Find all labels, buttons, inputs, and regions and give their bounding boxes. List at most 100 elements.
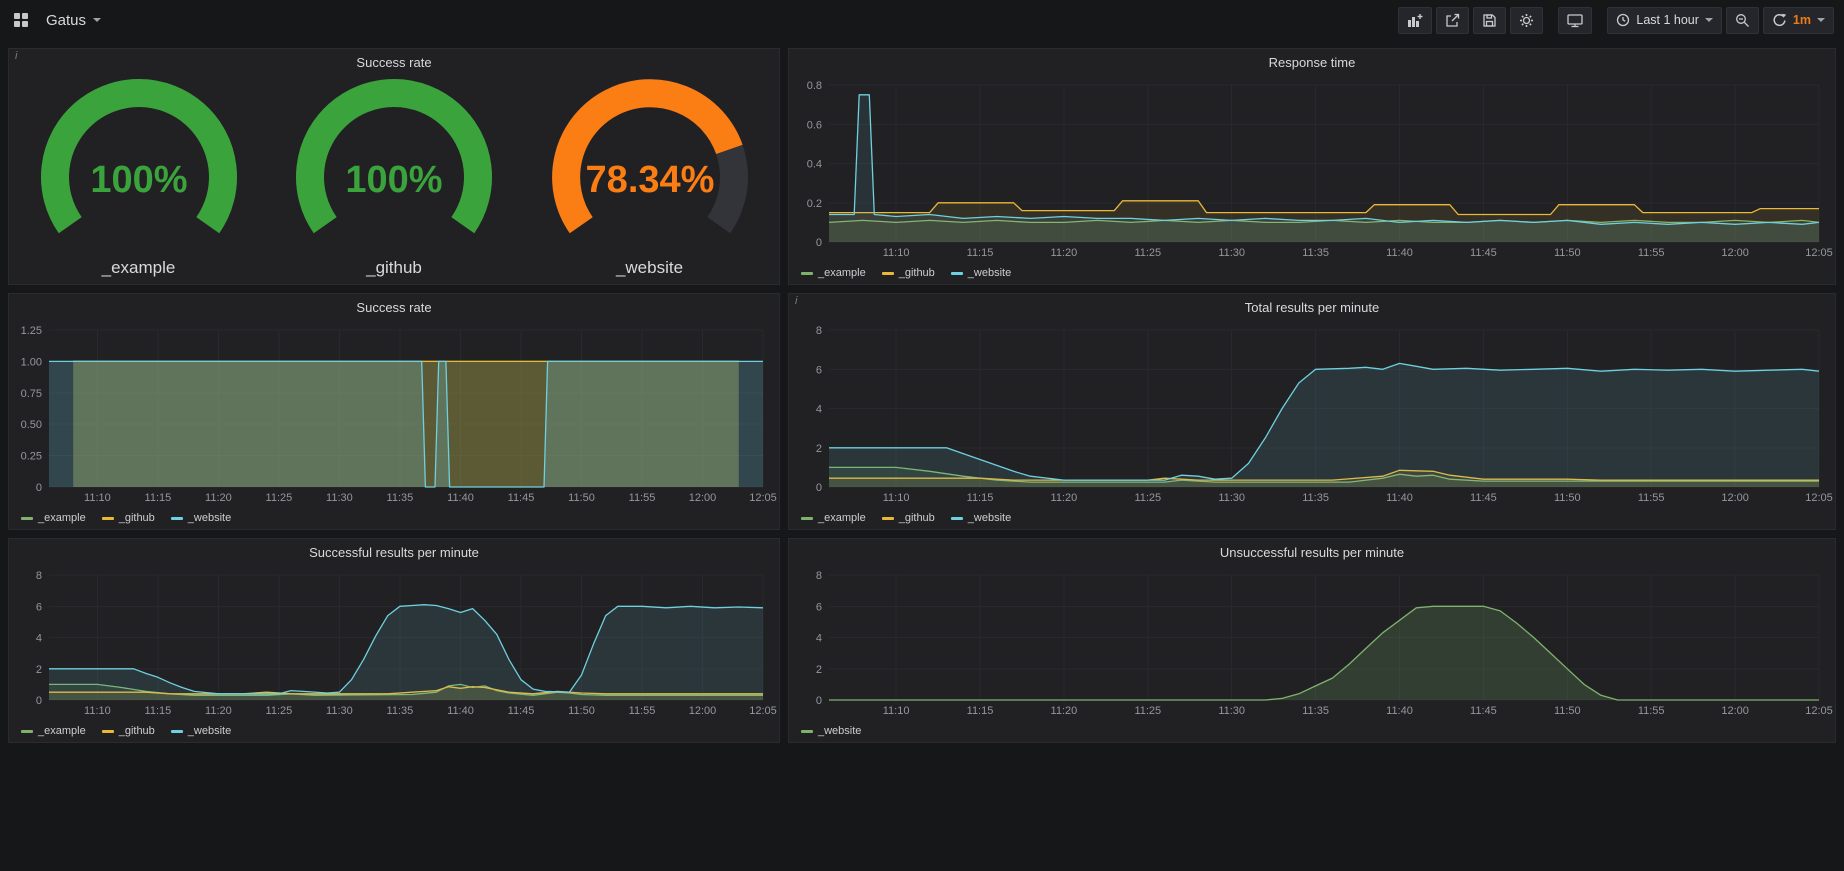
svg-text:1.25: 1.25	[21, 325, 42, 337]
svg-text:11:35: 11:35	[1302, 492, 1329, 504]
time-range-button[interactable]: Last 1 hour	[1607, 7, 1722, 34]
apps-grid-icon	[14, 13, 28, 27]
svg-text:2: 2	[816, 664, 822, 676]
svg-text:11:15: 11:15	[967, 492, 994, 504]
legend-item-github[interactable]: _github	[102, 725, 155, 737]
save-icon	[1482, 13, 1497, 28]
panel-header[interactable]: Success rate	[9, 49, 779, 75]
caret-down-icon	[1705, 18, 1713, 22]
legend-item-github[interactable]: _github	[882, 512, 935, 524]
total-results-chart[interactable]: 11:1011:1511:2011:2511:3011:3511:4011:45…	[789, 320, 1835, 507]
panel-successful-results: Successful results per minute 11:1011:15…	[8, 538, 780, 743]
svg-text:11:30: 11:30	[326, 492, 353, 504]
info-icon[interactable]: i	[15, 50, 17, 62]
panel-header[interactable]: Success rate	[9, 294, 779, 320]
legend-item-website[interactable]: _website	[951, 267, 1011, 279]
panel-header[interactable]: Successful results per minute	[9, 539, 779, 565]
svg-text:2: 2	[816, 443, 822, 455]
svg-text:11:55: 11:55	[1638, 247, 1665, 259]
panel-title[interactable]: Unsuccessful results per minute	[1220, 545, 1404, 560]
refresh-button[interactable]: 1m	[1763, 7, 1834, 34]
panel-total-results: i Total results per minute 11:1011:1511:…	[788, 293, 1836, 530]
add-panel-button[interactable]	[1398, 7, 1432, 34]
svg-text:0.50: 0.50	[21, 419, 42, 431]
dashboard-picker-button[interactable]	[10, 9, 32, 31]
panel-success-rate-timeseries: Success rate 11:1011:1511:2011:2511:3011…	[8, 293, 780, 530]
svg-text:12:05: 12:05	[1805, 492, 1833, 504]
svg-text:11:15: 11:15	[967, 247, 994, 259]
svg-text:6: 6	[816, 601, 822, 613]
legend-series-name: _website	[968, 267, 1011, 279]
svg-text:11:55: 11:55	[1638, 492, 1665, 504]
svg-text:11:45: 11:45	[508, 492, 535, 504]
legend-item-example[interactable]: _example	[21, 725, 86, 737]
legend-series-name: _website	[188, 725, 231, 737]
svg-text:0: 0	[816, 695, 822, 707]
panel-title[interactable]: Total results per minute	[1245, 300, 1379, 315]
legend-series-name: _example	[818, 267, 866, 279]
legend-color-marker	[801, 272, 813, 275]
legend-item-website[interactable]: _website	[171, 725, 231, 737]
legend-color-marker	[21, 730, 33, 733]
legend-color-marker	[951, 517, 963, 520]
gauge-github: 100% _github	[268, 75, 520, 278]
legend-item-website[interactable]: _website	[951, 512, 1011, 524]
panel-header[interactable]: Total results per minute	[789, 294, 1835, 320]
svg-text:11:30: 11:30	[1218, 705, 1245, 717]
svg-text:11:30: 11:30	[1218, 247, 1245, 259]
legend-item-github[interactable]: _github	[882, 267, 935, 279]
grafana-dashboard: Gatus	[0, 0, 1844, 871]
settings-button[interactable]	[1510, 7, 1543, 34]
legend-item-github[interactable]: _github	[102, 512, 155, 524]
save-button[interactable]	[1473, 7, 1506, 34]
legend-series-name: _example	[38, 725, 86, 737]
svg-text:11:10: 11:10	[883, 705, 910, 717]
legend-item-example[interactable]: _example	[801, 512, 866, 524]
zoom-out-button[interactable]	[1726, 7, 1759, 34]
panel-title[interactable]: Success rate	[356, 55, 431, 70]
svg-text:0: 0	[36, 695, 42, 707]
legend-item-website[interactable]: _website	[801, 725, 861, 737]
successful-results-chart[interactable]: 11:1011:1511:2011:2511:3011:3511:4011:45…	[9, 565, 779, 720]
timeseries-svg: 11:1011:1511:2011:2511:3011:3511:4011:45…	[9, 320, 779, 507]
gauge-row: 100% _example 100% _github 78.34% _websi…	[9, 75, 779, 286]
legend-color-marker	[882, 272, 894, 275]
dashboard-title-dropdown[interactable]: Gatus	[42, 8, 105, 33]
svg-text:11:15: 11:15	[145, 705, 172, 717]
svg-text:11:50: 11:50	[568, 705, 595, 717]
legend-item-example[interactable]: _example	[801, 267, 866, 279]
svg-text:11:20: 11:20	[205, 492, 232, 504]
legend-color-marker	[801, 730, 813, 733]
zoom-out-icon	[1735, 13, 1750, 28]
svg-text:11:45: 11:45	[508, 705, 535, 717]
legend-color-marker	[951, 272, 963, 275]
svg-text:100%: 100%	[90, 159, 187, 201]
legend-item-example[interactable]: _example	[21, 512, 86, 524]
panel-header[interactable]: Unsuccessful results per minute	[789, 539, 1835, 565]
svg-text:11:40: 11:40	[447, 705, 474, 717]
gauge-label: _github	[366, 258, 422, 278]
info-icon[interactable]: i	[795, 295, 797, 307]
svg-text:2: 2	[36, 664, 42, 676]
svg-text:11:25: 11:25	[266, 492, 293, 504]
gauge-arc-example: 100%	[13, 75, 265, 256]
unsuccessful-results-chart[interactable]: 11:1011:1511:2011:2511:3011:3511:4011:45…	[789, 565, 1835, 720]
success-rate-chart[interactable]: 11:1011:1511:2011:2511:3011:3511:4011:45…	[9, 320, 779, 507]
panel-title[interactable]: Successful results per minute	[309, 545, 479, 560]
panel-title[interactable]: Success rate	[356, 300, 431, 315]
svg-text:11:30: 11:30	[1218, 492, 1245, 504]
svg-text:0: 0	[816, 237, 822, 249]
svg-text:8: 8	[816, 325, 822, 337]
share-button[interactable]	[1436, 7, 1469, 34]
svg-text:11:35: 11:35	[387, 492, 414, 504]
refresh-interval-label: 1m	[1793, 13, 1811, 27]
response-time-chart[interactable]: 11:1011:1511:2011:2511:3011:3511:4011:45…	[789, 75, 1835, 262]
svg-text:12:05: 12:05	[1805, 705, 1833, 717]
panel-title[interactable]: Response time	[1269, 55, 1356, 70]
svg-text:0.2: 0.2	[807, 198, 822, 210]
svg-text:8: 8	[816, 570, 822, 582]
panel-header[interactable]: Response time	[789, 49, 1835, 75]
legend-item-website[interactable]: _website	[171, 512, 231, 524]
gauge-website: 78.34% _website	[524, 75, 776, 278]
cycle-view-button[interactable]	[1558, 7, 1592, 34]
